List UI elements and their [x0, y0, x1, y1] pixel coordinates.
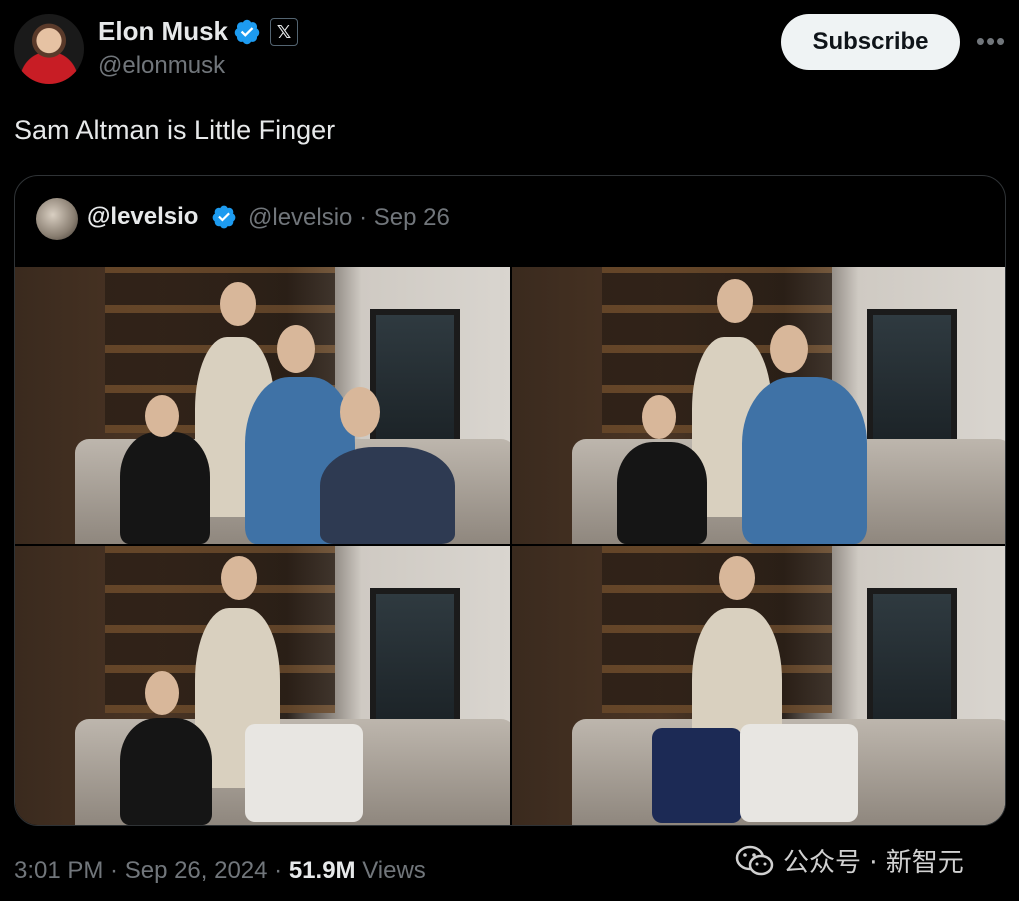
author-avatar[interactable] [14, 14, 84, 84]
author-handle[interactable]: @elonmusk [98, 52, 225, 80]
subscribe-button[interactable]: Subscribe [781, 14, 960, 70]
photo-4[interactable] [512, 546, 1005, 825]
photo-grid [15, 267, 1005, 825]
tweet-text: Sam Altman is Little Finger [14, 115, 336, 145]
quoted-verified-badge-icon [212, 205, 236, 229]
photo-1[interactable] [15, 267, 510, 544]
verified-badge-icon [234, 19, 260, 45]
tweet-timestamp-and-views[interactable]: 3:01 PM · Sep 26, 2024 · 51.9M Views [14, 857, 426, 885]
photo-3[interactable] [15, 546, 510, 825]
quoted-tweet[interactable]: @levelsio @levelsio · Sep 26 [14, 175, 1006, 826]
wechat-watermark: 公众号 · 新智元 [735, 842, 964, 879]
x-badge-icon: 𝕏 [270, 18, 298, 46]
views-label: Views [355, 857, 426, 884]
views-count: 51.9M [288, 857, 356, 884]
wechat-icon [735, 845, 774, 875]
more-options-icon[interactable]: ••• [974, 26, 1008, 56]
watermark-text: 公众号 · 新智元 [783, 848, 964, 878]
photo-2[interactable] [512, 267, 1005, 544]
timestamp[interactable]: 3:01 PM · Sep 26, 2024 · [14, 857, 289, 884]
quoted-author-avatar[interactable] [36, 198, 78, 240]
quoted-handle-and-date: @levelsio · Sep 26 [248, 204, 450, 231]
author-name[interactable]: Elon Musk [98, 16, 228, 47]
quoted-author-name[interactable]: @levelsio [87, 203, 198, 231]
